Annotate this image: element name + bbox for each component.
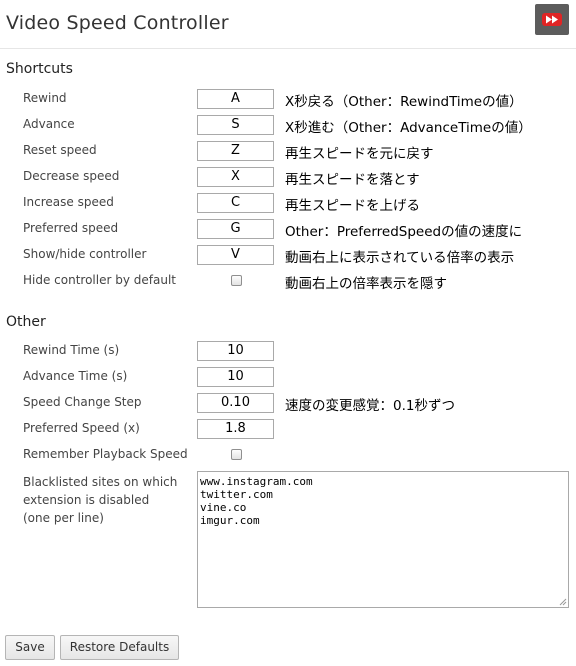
shortcut-key-show-hide-controller[interactable]: V	[197, 245, 274, 265]
shortcut-key-advance[interactable]: S	[197, 115, 274, 135]
save-button[interactable]: Save	[5, 635, 55, 660]
shortcut-key-preferred-speed[interactable]: G	[197, 219, 274, 239]
blacklist-textarea[interactable]: www.instagram.com twitter.com vine.co im…	[197, 471, 569, 608]
shortcut-desc-reset-speed: 再生スピードを元に戻す	[285, 146, 434, 162]
shortcut-key-decrease-speed[interactable]: X	[197, 167, 274, 187]
advance-time-input[interactable]: 10	[197, 367, 274, 387]
blacklist-label: Blacklisted sites on which extension is …	[23, 473, 177, 527]
hide-controller-default-checkbox[interactable]	[231, 275, 242, 286]
page-title: Video Speed Controller	[6, 12, 229, 34]
header: Video Speed Controller	[0, 0, 576, 49]
shortcut-desc-decrease-speed: 再生スピードを落とす	[285, 172, 420, 188]
blacklist-entry: www.instagram.com	[200, 475, 313, 488]
shortcut-label-decrease-speed: Decrease speed	[23, 169, 120, 183]
hide-controller-default-label: Hide controller by default	[23, 273, 176, 287]
rewind-time-input[interactable]: 10	[197, 341, 274, 361]
remember-speed-checkbox[interactable]	[231, 449, 242, 460]
shortcut-desc-rewind: X秒戻る（Other：RewindTimeの値）	[285, 94, 523, 110]
other-heading: Other	[6, 314, 46, 330]
preferred-speed-label: Preferred Speed (x)	[23, 421, 140, 435]
shortcut-label-advance: Advance	[23, 117, 75, 131]
hide-controller-default-desc: 動画右上の倍率表示を隠す	[285, 276, 447, 292]
shortcut-label-increase-speed: Increase speed	[23, 195, 114, 209]
shortcut-key-reset-speed[interactable]: Z	[197, 141, 274, 161]
restore-defaults-button[interactable]: Restore Defaults	[60, 635, 179, 660]
remember-speed-label: Remember Playback Speed	[23, 447, 188, 461]
speed-step-desc: 速度の変更感覚：0.1秒ずつ	[285, 398, 455, 414]
shortcut-label-preferred-speed: Preferred speed	[23, 221, 119, 235]
shortcuts-heading: Shortcuts	[6, 61, 73, 77]
shortcut-label-show-hide-controller: Show/hide controller	[23, 247, 147, 261]
extension-logo	[535, 4, 569, 35]
shortcut-desc-show-hide-controller: 動画右上に表示されている倍率の表示	[285, 250, 515, 266]
blacklist-label-line: extension is disabled	[23, 493, 150, 507]
blacklist-entry: vine.co	[200, 501, 247, 514]
preferred-speed-input[interactable]: 1.8	[197, 419, 274, 439]
shortcut-label-reset-speed: Reset speed	[23, 143, 97, 157]
fast-forward-icon	[542, 13, 562, 26]
speed-step-input[interactable]: 0.10	[197, 393, 274, 413]
blacklist-entry: twitter.com	[200, 488, 273, 501]
shortcut-key-rewind[interactable]: A	[197, 89, 274, 109]
shortcut-desc-increase-speed: 再生スピードを上げる	[285, 198, 420, 214]
resize-grip-icon[interactable]	[559, 598, 567, 606]
shortcut-desc-advance: X秒進む（Other：AdvanceTimeの値）	[285, 120, 532, 136]
speed-step-label: Speed Change Step	[23, 395, 142, 409]
shortcut-desc-preferred-speed: Other：PreferredSpeedの値の速度に	[285, 224, 523, 240]
blacklist-label-line: Blacklisted sites on which	[23, 475, 178, 489]
shortcut-key-increase-speed[interactable]: C	[197, 193, 274, 213]
blacklist-entry: imgur.com	[200, 514, 260, 527]
rewind-time-label: Rewind Time (s)	[23, 343, 120, 357]
blacklist-label-line: (one per line)	[23, 511, 104, 525]
shortcut-label-rewind: Rewind	[23, 91, 67, 105]
advance-time-label: Advance Time (s)	[23, 369, 128, 383]
